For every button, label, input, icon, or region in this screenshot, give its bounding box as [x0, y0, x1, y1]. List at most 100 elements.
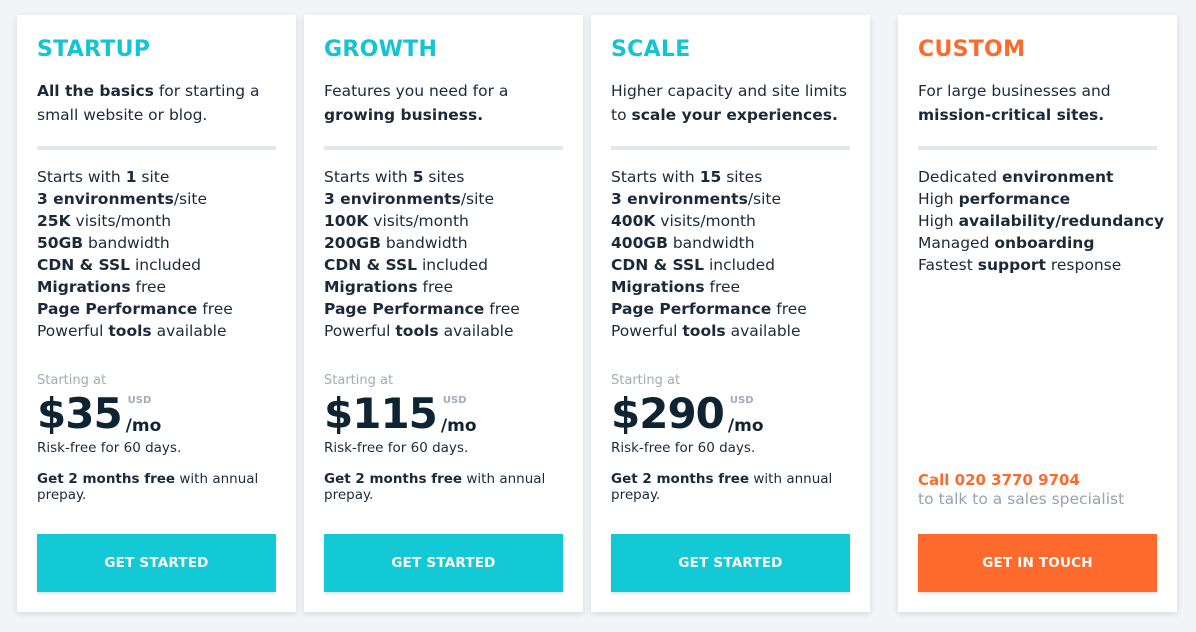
divider [324, 146, 563, 150]
feature-item: Page Performance free [37, 298, 287, 320]
text-run: sites [423, 168, 465, 186]
feature-item: 100K visits/month [324, 210, 574, 232]
feature-item: CDN & SSL included [611, 254, 861, 276]
emphasis-text: Page Performance [611, 300, 772, 318]
feature-item: 50GB bandwidth [37, 232, 287, 254]
emphasis-text: 3 environments [324, 190, 461, 208]
text-run: Features you need for a [324, 82, 509, 100]
emphasis-text: 3 environments [37, 190, 174, 208]
sales-phone-link[interactable]: Call 020 3770 9704 [918, 471, 1080, 489]
starting-at-label: Starting at [611, 373, 681, 388]
emphasis-text: 5 [412, 168, 424, 186]
feature-item: 25K visits/month [37, 210, 287, 232]
feature-item: High availability/redundancy [918, 210, 1168, 232]
plan-title: CUSTOM [918, 37, 1026, 62]
emphasis-text: Page Performance [37, 300, 198, 318]
price-row: $290 USD/mo [611, 389, 778, 439]
plan-description: Higher capacity and site limits to scale… [611, 79, 851, 127]
text-run: Starts with [324, 168, 413, 186]
text-run: Dedicated [918, 168, 1003, 186]
emphasis-text: tools [682, 322, 726, 340]
get-in-touch-button[interactable]: GET IN TOUCH [918, 534, 1157, 592]
text-run: For large businesses and [918, 82, 1111, 100]
divider [918, 146, 1157, 150]
get-started-button[interactable]: GET STARTED [324, 534, 563, 592]
feature-item: 3 environments/site [37, 188, 287, 210]
risk-free-note: Risk-free for 60 days. [37, 440, 182, 456]
emphasis-text: Page Performance [324, 300, 485, 318]
plan-title: STARTUP [37, 37, 151, 62]
text-run: available [725, 322, 801, 340]
text-run: included [130, 256, 201, 274]
emphasis-text: growing business. [324, 106, 484, 124]
feature-item: Migrations free [324, 276, 574, 298]
emphasis-text: CDN & SSL [37, 256, 131, 274]
feature-item: Dedicated environment [918, 166, 1168, 188]
feature-list: Starts with 15 sites 3 environments/site 4… [611, 166, 861, 342]
feature-item: Migrations free [37, 276, 287, 298]
divider [611, 146, 850, 150]
price: $290 [611, 389, 725, 438]
text-run: Managed [918, 234, 995, 252]
plan-description: For large businesses and mission-critica… [918, 79, 1158, 127]
plan-card-custom: CUSTOM For large businesses and mission-… [898, 15, 1177, 612]
feature-list: Dedicated environment High performance Hig… [918, 166, 1168, 276]
text-run: /site [460, 190, 495, 208]
feature-item: CDN & SSL included [37, 254, 287, 276]
plan-description: Features you need for a growing business… [324, 79, 564, 127]
emphasis-text: availability/redundancy [958, 212, 1165, 230]
emphasis-text: performance [958, 190, 1071, 208]
feature-item: High performance [918, 188, 1168, 210]
text-run: site [136, 168, 170, 186]
period-label: /mo [125, 416, 162, 436]
text-run: included [704, 256, 775, 274]
feature-item: Powerful tools available [324, 320, 574, 342]
emphasis-text: scale your experiences. [631, 106, 838, 124]
feature-item: CDN & SSL included [324, 254, 574, 276]
text-run: High [918, 190, 959, 208]
get-started-button[interactable]: GET STARTED [611, 534, 850, 592]
emphasis-text: tools [395, 322, 439, 340]
text-run: Powerful [37, 322, 109, 340]
emphasis-text: 3 environments [611, 190, 748, 208]
emphasis-text: Migrations [324, 278, 418, 296]
emphasis-text: mission-critical sites. [918, 106, 1105, 124]
text-run: bandwidth [83, 234, 170, 252]
emphasis-text: All the basics [37, 82, 154, 100]
text-run: available [151, 322, 227, 340]
plan-card-scale: SCALE Higher capacity and site limits to… [591, 15, 870, 612]
text-run: High [918, 212, 959, 230]
emphasis-text: support [977, 256, 1046, 274]
feature-item: 3 environments/site [324, 188, 574, 210]
feature-item: 3 environments/site [611, 188, 861, 210]
annual-offer: Get 2 months free with annual prepay. [37, 471, 267, 503]
text-run: available [438, 322, 514, 340]
emphasis-text: CDN & SSL [611, 256, 705, 274]
plan-card-startup: STARTUP All the basics for starting a sm… [17, 15, 296, 612]
text-run: Fastest [918, 256, 978, 274]
feature-list: Starts with 1 site 3 environments/site 25K… [37, 166, 287, 342]
emphasis-text: 100K [324, 212, 369, 230]
emphasis-text: 25K [37, 212, 71, 230]
feature-item: Starts with 5 sites [324, 166, 574, 188]
emphasis-text: tools [108, 322, 152, 340]
text-run: visits/month [70, 212, 172, 230]
feature-item: Fastest support response [918, 254, 1168, 276]
feature-item: Powerful tools available [37, 320, 287, 342]
feature-item: 400K visits/month [611, 210, 861, 232]
text-run: response [1045, 256, 1122, 274]
divider [37, 146, 276, 150]
price-row: $115 USD/mo [324, 389, 491, 439]
text-run: sites [721, 168, 763, 186]
annual-offer-bold: Get 2 months free [324, 471, 463, 487]
risk-free-note: Risk-free for 60 days. [611, 440, 756, 456]
text-run: free [484, 300, 520, 318]
price-row: $35 USD/mo [37, 389, 176, 439]
text-run: Powerful [611, 322, 683, 340]
feature-item: 400GB bandwidth [611, 232, 861, 254]
annual-offer: Get 2 months free with annual prepay. [324, 471, 554, 503]
starting-at-label: Starting at [324, 373, 394, 388]
get-started-button[interactable]: GET STARTED [37, 534, 276, 592]
emphasis-text: CDN & SSL [324, 256, 418, 274]
currency-label: USD [127, 395, 152, 406]
